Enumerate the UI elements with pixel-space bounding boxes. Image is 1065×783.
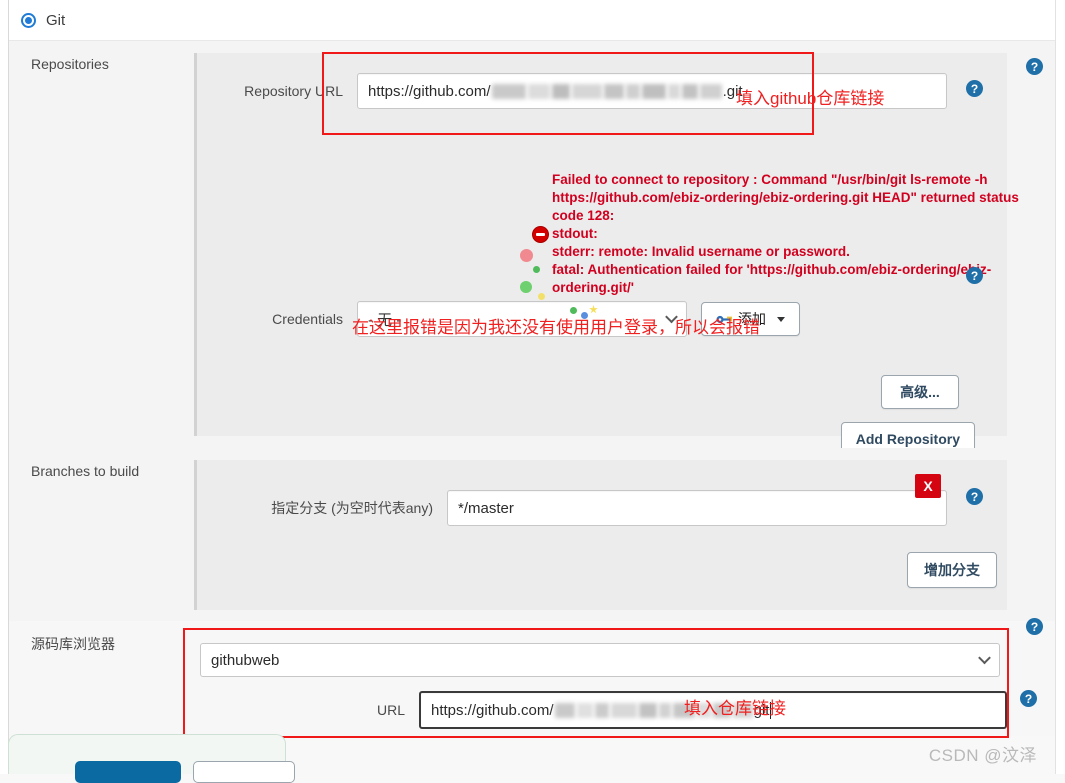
apply-button[interactable] — [193, 761, 295, 783]
branch-specifier-row: 指定分支 (为空时代表any) */master — [197, 490, 1007, 526]
repositories-panel: Repository URL https://github.com/ .git … — [194, 53, 1019, 456]
branches-section-label: Branches to build — [31, 463, 140, 479]
repository-url-label: Repository URL — [244, 83, 343, 99]
repository-browser-value: githubweb — [211, 651, 280, 669]
page-right-rail — [1055, 0, 1065, 774]
browser-url-prefix: https://github.com/ — [431, 701, 554, 719]
branch-specifier-label: 指定分支 (为空时代表any) — [271, 500, 433, 516]
error-stop-icon — [532, 226, 549, 243]
help-icon-repository-url[interactable]: ? — [966, 80, 983, 97]
chevron-down-icon — [978, 651, 991, 665]
sparkle-dot — [570, 307, 577, 314]
branch-specifier-input[interactable]: */master — [447, 490, 947, 526]
branches-section: Branches to build 指定分支 (为空时代表any) */mast… — [9, 448, 1055, 621]
error-line-1: Failed to connect to repository : Comman… — [552, 172, 988, 187]
help-icon-branch[interactable]: ? — [966, 488, 983, 505]
annotation-credentials: 在这里报错是因为我还没有使用用户登录，所以会报错 — [352, 318, 760, 337]
help-icon-browser-url[interactable]: ? — [1020, 690, 1037, 707]
repository-error-message: Failed to connect to repository : Comman… — [532, 171, 1065, 297]
repository-url-redacted — [491, 83, 723, 100]
scm-type-radio-row[interactable]: Git — [9, 0, 1055, 41]
annotation-repository-url: 填入github仓库链接 — [736, 89, 885, 108]
sparkle-dot — [533, 266, 540, 273]
git-radio-icon[interactable] — [21, 12, 36, 28]
repositories-section-label: Repositories — [31, 56, 109, 72]
csdn-watermark: CSDN @汶泽 — [928, 746, 1037, 765]
caret-down-icon — [777, 316, 785, 322]
error-line-2: https://github.com/ebiz-ordering/ebiz-or… — [552, 190, 1019, 205]
repository-browser-section: 源码库浏览器 githubweb URL https://github.com/… — [9, 621, 1055, 736]
page-left-rail — [0, 0, 9, 774]
repository-browser-panel: githubweb URL https://github.com/ git — [194, 629, 1007, 729]
save-button[interactable] — [75, 761, 181, 783]
error-line-4: stdout: — [552, 226, 598, 241]
repository-url-prefix: https://github.com/ — [368, 82, 491, 100]
advanced-button[interactable]: 高级... — [881, 375, 959, 409]
error-line-7: ordering.git/' — [552, 280, 634, 295]
repositories-section: Repositories Repository URL https://gith… — [9, 41, 1055, 456]
floating-action-bar — [8, 734, 295, 783]
repository-browser-select[interactable]: githubweb — [200, 643, 1000, 677]
help-icon-credentials[interactable]: ? — [966, 267, 983, 284]
browser-url-label: URL — [376, 702, 405, 718]
sparkle-dot — [538, 293, 545, 300]
browser-url-row: URL https://github.com/ git — [194, 691, 1007, 729]
sparkle-dot — [520, 281, 532, 293]
repository-url-row: Repository URL https://github.com/ .git — [197, 73, 1007, 109]
help-icon-browser[interactable]: ? — [1026, 618, 1043, 635]
sparkle-dot — [520, 249, 533, 262]
add-branch-button[interactable]: 增加分支 — [907, 552, 997, 588]
delete-branch-button[interactable]: X — [915, 474, 941, 498]
sparkle-dot — [581, 312, 588, 319]
branches-panel: 指定分支 (为空时代表any) */master X 增加分支 — [194, 460, 1007, 610]
error-line-5: stderr: remote: Invalid username or pass… — [552, 244, 850, 259]
help-icon-repositories[interactable]: ? — [1026, 58, 1043, 75]
git-radio-label: Git — [46, 11, 66, 29]
error-line-6: fatal: Authentication failed for 'https:… — [552, 262, 992, 277]
credentials-label: Credentials — [272, 311, 343, 327]
repository-browser-section-label: 源码库浏览器 — [31, 636, 115, 652]
annotation-browser-url: 填入仓库链接 — [684, 699, 786, 718]
error-line-3: code 128: — [552, 208, 615, 223]
